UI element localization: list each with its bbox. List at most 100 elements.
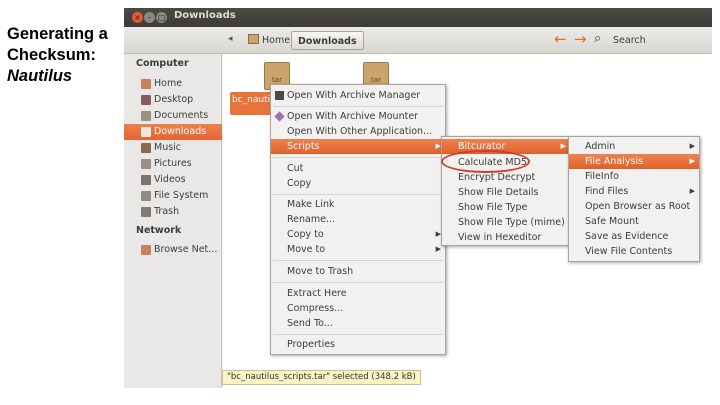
menu-item-open-archive-mounter[interactable]: Open With Archive Mounter [271, 109, 445, 124]
breadcrumb-downloads[interactable]: Downloads [291, 31, 364, 50]
menu-item-label: Copy to [287, 229, 324, 240]
submenu-arrow-icon: ▶ [689, 187, 695, 195]
documents-icon [141, 111, 151, 121]
sidebar-item-browse-network[interactable]: Browse Net... [124, 242, 222, 258]
archive-mounter-icon [274, 111, 285, 122]
sidebar-item-home[interactable]: Home [124, 76, 222, 92]
breadcrumb-home[interactable]: Home [242, 31, 296, 50]
sidebar-item-label: Music [154, 142, 182, 153]
menu-item-find-files[interactable]: Find Files ▶ [569, 184, 699, 199]
menu-item-copy[interactable]: Copy [271, 176, 445, 191]
sidebar-item-label: Desktop [154, 94, 194, 105]
search-button-label[interactable]: Search [613, 35, 646, 46]
file-icon-text: tar [272, 76, 282, 84]
menu-item-view-file-contents[interactable]: View File Contents [569, 244, 699, 259]
submenu-arrow-icon: ▶ [689, 157, 695, 165]
menu-item-label: File Analysis [585, 156, 644, 167]
menu-separator [273, 334, 443, 335]
forward-arrow-icon[interactable]: → [574, 30, 587, 48]
sidebar-item-desktop[interactable]: Desktop [124, 92, 222, 108]
sidebar-item-label: Browse Net... [154, 244, 218, 255]
menu-item-send-to[interactable]: Send To... [271, 316, 445, 331]
minimize-window-button[interactable]: – [144, 12, 155, 23]
menu-item-copy-to[interactable]: Copy to ▶ [271, 227, 445, 242]
menu-item-show-file-type[interactable]: Show File Type [442, 200, 570, 215]
menu-item-rename[interactable]: Rename... [271, 212, 445, 227]
network-icon [141, 245, 151, 255]
menu-item-file-analysis[interactable]: File Analysis ▶ [569, 154, 699, 169]
archive-manager-icon [275, 91, 284, 100]
menu-item-label: Scripts [287, 141, 320, 152]
menu-separator [273, 194, 443, 195]
slide-caption: Generating a Checksum: Nautilus [7, 24, 125, 87]
sidebar-item-documents[interactable]: Documents [124, 108, 222, 124]
sidebar-item-music[interactable]: Music [124, 140, 222, 156]
pictures-icon [141, 159, 151, 169]
submenu-arrow-icon: ▶ [689, 142, 695, 150]
menu-item-fileinfo[interactable]: FileInfo [569, 169, 699, 184]
menu-item-scripts[interactable]: Scripts ▶ [271, 139, 445, 154]
status-bar: "bc_nautilus_scripts.tar" selected (348.… [222, 370, 421, 385]
sidebar-item-label: Trash [154, 206, 180, 217]
menu-item-view-in-hexeditor[interactable]: View in Hexeditor [442, 230, 570, 245]
sidebar-item-file-system[interactable]: File System [124, 188, 222, 204]
annotation-circle [441, 150, 530, 173]
home-icon [141, 79, 151, 89]
sidebar-item-pictures[interactable]: Pictures [124, 156, 222, 172]
sidebar-item-downloads[interactable]: Downloads [124, 124, 222, 140]
menu-item-open-archive-manager[interactable]: Open With Archive Manager [271, 88, 445, 103]
menu-item-label: Admin [585, 141, 616, 152]
menu-item-show-file-details[interactable]: Show File Details [442, 185, 570, 200]
maximize-window-button[interactable]: □ [156, 12, 167, 23]
menu-item-safe-mount[interactable]: Safe Mount [569, 214, 699, 229]
caption-line-2: Checksum: [7, 46, 96, 64]
title-bar: × – □ Downloads [124, 8, 712, 27]
caption-line-1: Generating a [7, 25, 108, 43]
menu-item-admin[interactable]: Admin ▶ [569, 139, 699, 154]
sidebar-item-label: Home [154, 78, 183, 89]
sidebar-item-trash[interactable]: Trash [124, 204, 222, 220]
context-menu: Open With Archive Manager Open With Arch… [270, 84, 446, 355]
sidebar-item-label: Pictures [154, 158, 192, 169]
menu-item-extract-here[interactable]: Extract Here [271, 286, 445, 301]
videos-icon [141, 175, 151, 185]
menu-item-open-browser-as-root[interactable]: Open Browser as Root [569, 199, 699, 214]
search-icon[interactable]: ⌕ [594, 31, 601, 46]
menu-item-show-file-type-mime[interactable]: Show File Type (mime) [442, 215, 570, 230]
file-icon-text: tar [371, 76, 381, 84]
bitcurator-submenu: Admin ▶ File Analysis ▶ FileInfo Find File… [568, 136, 700, 262]
breadcrumb-left-arrow-icon[interactable]: ◂ [228, 34, 233, 44]
sidebar-item-videos[interactable]: Videos [124, 172, 222, 188]
menu-item-open-other-application[interactable]: Open With Other Application... [271, 124, 445, 139]
menu-item-compress[interactable]: Compress... [271, 301, 445, 316]
toolbar: ◂ Home Downloads ← → ⌕ Search [124, 27, 712, 54]
close-window-button[interactable]: × [132, 12, 143, 23]
menu-separator [273, 282, 443, 283]
caption-line-3: Nautilus [7, 67, 73, 85]
menu-item-make-link[interactable]: Make Link [271, 197, 445, 212]
submenu-arrow-icon: ▶ [560, 142, 566, 150]
menu-item-label: Open With Archive Mounter [287, 111, 419, 122]
menu-separator [273, 157, 443, 158]
menu-item-properties[interactable]: Properties [271, 337, 445, 352]
menu-item-save-as-evidence[interactable]: Save as Evidence [569, 229, 699, 244]
menu-item-encrypt-decrypt[interactable]: Encrypt Decrypt [442, 170, 570, 185]
sidebar: Computer Home Desktop Documents Download… [124, 54, 222, 388]
menu-separator [273, 106, 443, 107]
sidebar-heading-computer: Computer [136, 58, 189, 69]
menu-item-label: Move to [287, 244, 326, 255]
music-icon [141, 143, 151, 153]
menu-item-move-to-trash[interactable]: Move to Trash [271, 264, 445, 279]
desktop-icon [141, 95, 151, 105]
menu-item-move-to[interactable]: Move to ▶ [271, 242, 445, 257]
sidebar-heading-network: Network [136, 225, 182, 236]
sidebar-item-label: File System [154, 190, 209, 201]
sidebar-item-label: Downloads [154, 126, 207, 137]
home-folder-icon [248, 34, 259, 44]
sidebar-item-label: Documents [154, 110, 209, 121]
filesystem-icon [141, 191, 151, 201]
back-arrow-icon[interactable]: ← [554, 30, 567, 48]
trash-icon [141, 207, 151, 217]
menu-item-cut[interactable]: Cut [271, 161, 445, 176]
menu-item-label: Open With Archive Manager [287, 90, 421, 101]
